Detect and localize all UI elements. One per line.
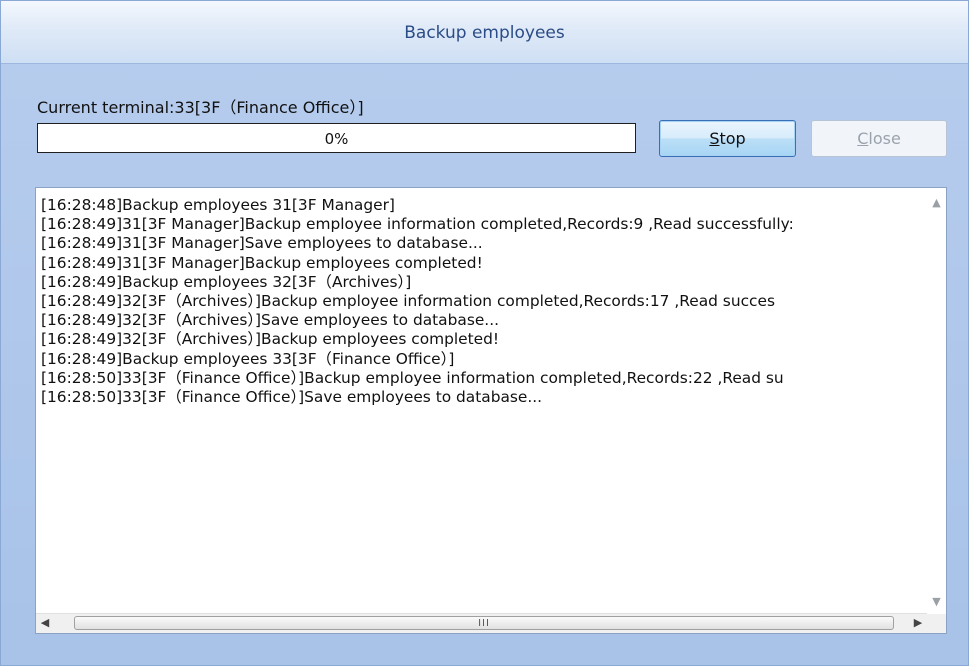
log-listbox[interactable]: [16:28:48]Backup employees 31[3F Manager… <box>35 187 947 634</box>
log-line: [16:28:50]33[3F（Finance Office）]Backup e… <box>41 368 784 387</box>
scroll-up-icon[interactable]: ▲ <box>927 196 946 209</box>
log-line: [16:28:49]31[3F Manager]Backup employees… <box>41 253 483 272</box>
stop-button-label: top <box>719 129 746 148</box>
log-line: [16:28:49]Backup employees 32[3F（Archive… <box>41 272 412 291</box>
vertical-scrollbar[interactable]: ▲ ▼ <box>927 188 946 614</box>
progress-text: 0% <box>324 130 349 148</box>
backup-employees-dialog: Backup employees Current terminal:33[3F（… <box>0 0 969 666</box>
progress-bar: 0% <box>37 123 636 153</box>
close-button[interactable]: Close <box>811 120 947 157</box>
horizontal-scrollbar[interactable]: ◀ III ▶ <box>36 613 927 633</box>
scroll-corner <box>927 614 946 633</box>
current-terminal-label: Current terminal:33[3F（Finance Office）] <box>37 98 364 117</box>
scroll-left-icon[interactable]: ◀ <box>38 616 52 629</box>
log-line: [16:28:48]Backup employees 31[3F Manager… <box>41 196 395 214</box>
log-line: [16:28:49]31[3F Manager]Backup employee … <box>41 215 794 234</box>
log-line: [16:28:49]32[3F（Archives）]Backup employe… <box>41 330 500 349</box>
log-line: [16:28:49]32[3F（Archives）]Save employees… <box>41 311 499 330</box>
scroll-right-icon[interactable]: ▶ <box>911 616 925 629</box>
scroll-down-icon[interactable]: ▼ <box>927 595 946 608</box>
stop-button[interactable]: Stop <box>659 120 796 157</box>
title-bar: Backup employees <box>1 1 968 64</box>
scroll-grip-icon: III <box>478 618 490 629</box>
log-line: [16:28:49]31[3F Manager]Save employees t… <box>41 234 483 253</box>
stop-button-mnemonic: S <box>709 129 720 148</box>
horizontal-scroll-thumb[interactable]: III <box>74 616 894 630</box>
dialog-title: Backup employees <box>404 23 565 43</box>
log-line: [16:28:49]Backup employees 33[3F（Finance… <box>41 349 455 368</box>
close-button-label: lose <box>868 129 901 148</box>
log-line: [16:28:50]33[3F（Finance Office）]Save emp… <box>41 388 543 407</box>
log-lines: [16:28:48]Backup employees 31[3F Manager… <box>36 196 926 613</box>
log-line: [16:28:49]32[3F（Archives）]Backup employe… <box>41 292 775 311</box>
close-button-mnemonic: C <box>857 129 869 148</box>
